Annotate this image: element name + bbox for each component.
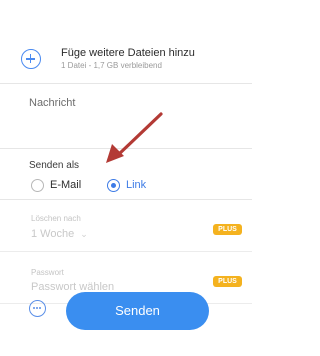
- radio-email[interactable]: [31, 179, 44, 192]
- transfer-panel: Füge weitere Dateien hinzu 1 Datei - 1,7…: [0, 0, 252, 356]
- send-button[interactable]: Senden: [66, 292, 209, 330]
- radio-link[interactable]: [107, 179, 120, 192]
- delete-after-row[interactable]: Löschen nach 1 Woche ⌄ PLUS: [0, 200, 252, 252]
- message-placeholder: Nachricht: [29, 97, 76, 109]
- radio-email-label[interactable]: E-Mail: [50, 179, 81, 191]
- add-files-title: Füge weitere Dateien hinzu: [61, 47, 195, 59]
- plus-badge: PLUS: [213, 276, 242, 287]
- delete-after-label: Löschen nach: [31, 214, 81, 223]
- radio-link-label[interactable]: Link: [126, 179, 146, 191]
- more-dot-2: [36, 307, 39, 310]
- more-dot-3: [39, 307, 42, 310]
- send-as-section: Senden als E-Mail Link: [0, 149, 252, 200]
- more-dot-1: [33, 307, 36, 310]
- password-label: Passwort: [31, 268, 64, 277]
- add-circle-icon[interactable]: [21, 49, 41, 69]
- more-options-icon[interactable]: [29, 300, 46, 317]
- delete-after-value[interactable]: 1 Woche ⌄: [31, 228, 88, 240]
- add-files-subtitle: 1 Datei - 1,7 GB verbleibend: [61, 61, 162, 70]
- add-files-row[interactable]: Füge weitere Dateien hinzu 1 Datei - 1,7…: [0, 27, 252, 84]
- plus-badge: PLUS: [213, 224, 242, 235]
- chevron-down-icon: ⌄: [80, 229, 88, 239]
- send-as-label: Senden als: [29, 160, 80, 171]
- delete-after-selected: 1 Woche: [31, 228, 75, 240]
